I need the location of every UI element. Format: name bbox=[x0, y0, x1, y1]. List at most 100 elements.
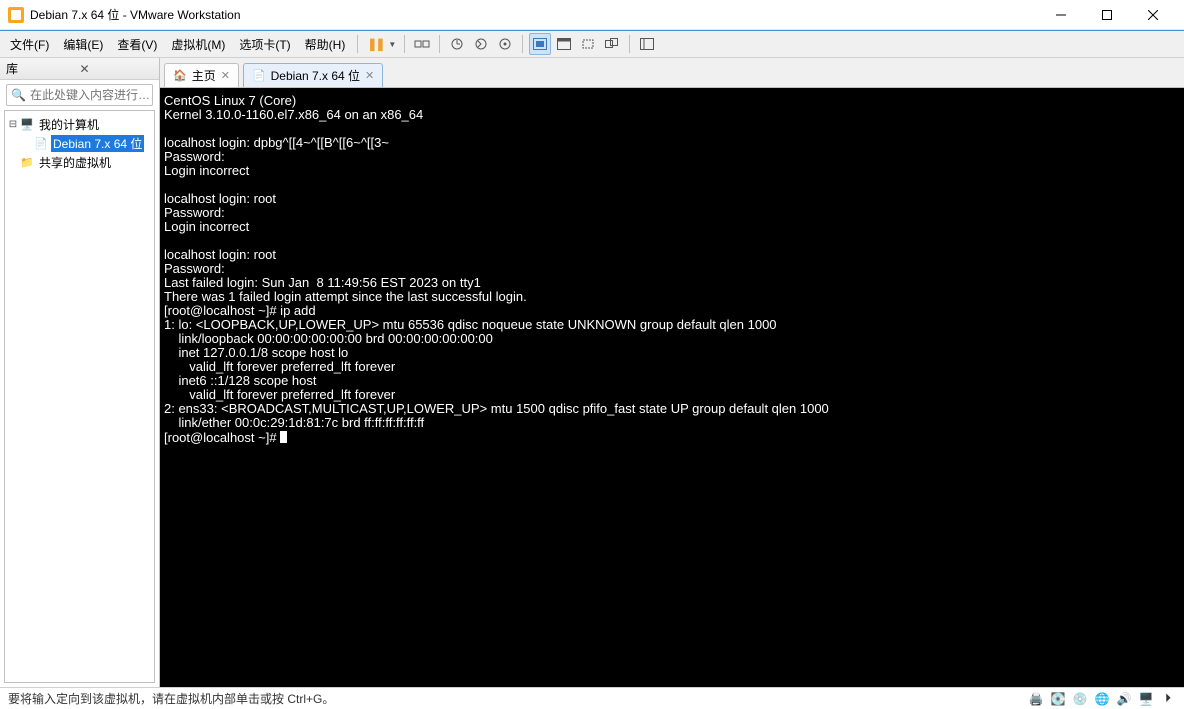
terminal-line: There was 1 failed login attempt since t… bbox=[164, 289, 527, 304]
tree-label: 我的计算机 bbox=[37, 116, 101, 133]
library-button[interactable] bbox=[636, 33, 658, 55]
menu-tabs[interactable]: 选项卡(T) bbox=[233, 33, 296, 56]
chevron-icon[interactable]: ⏵ bbox=[1160, 691, 1176, 707]
minimize-icon bbox=[1056, 10, 1066, 20]
separator bbox=[357, 35, 358, 53]
unity-icon bbox=[605, 38, 619, 50]
terminal-cursor bbox=[280, 431, 287, 443]
vm-tree: ⊟ 🖥️ 我的计算机 📄 Debian 7.x 64 位 📁 共享的虚拟机 bbox=[4, 110, 155, 683]
library-icon bbox=[640, 38, 654, 50]
tree-label: 共享的虚拟机 bbox=[37, 154, 113, 171]
fullscreen-button[interactable] bbox=[577, 33, 599, 55]
usb-icon bbox=[414, 37, 430, 51]
terminal-line: link/loopback 00:00:00:00:00:00 brd 00:0… bbox=[164, 331, 493, 346]
tree-vm-debian[interactable]: 📄 Debian 7.x 64 位 bbox=[7, 134, 152, 153]
snapshot-icon bbox=[450, 37, 464, 51]
separator bbox=[629, 35, 630, 53]
sound-icon[interactable]: 🔊 bbox=[1116, 691, 1132, 707]
terminal-line: 1: lo: <LOOPBACK,UP,LOWER_UP> mtu 65536 … bbox=[164, 317, 777, 332]
menu-view[interactable]: 查看(V) bbox=[111, 33, 163, 56]
terminal-line: Kernel 3.10.0-1160.el7.x86_64 on an x86_… bbox=[164, 107, 423, 122]
power-dropdown[interactable]: ▼ bbox=[386, 40, 398, 49]
content-pane: 🏠 主页 ✕ 📄 Debian 7.x 64 位 ✕ CentOS Linux … bbox=[160, 58, 1184, 687]
revert-button[interactable] bbox=[470, 33, 492, 55]
manage-snapshots-button[interactable] bbox=[494, 33, 516, 55]
sidebar-close-button[interactable]: ✕ bbox=[80, 62, 154, 76]
window-title: Debian 7.x 64 位 - VMware Workstation bbox=[30, 6, 1038, 23]
terminal-line: inet 127.0.0.1/8 scope host lo bbox=[164, 345, 348, 360]
fit-icon bbox=[533, 38, 547, 50]
tab-close-button[interactable]: ✕ bbox=[365, 69, 374, 82]
tree-label: Debian 7.x 64 位 bbox=[51, 135, 144, 152]
statusbar: 要将输入定向到该虚拟机，请在虚拟机内部单击或按 Ctrl+G。 🖨️ 💽 💿 🌐… bbox=[0, 687, 1184, 709]
console-icon bbox=[557, 38, 571, 50]
terminal-line: localhost login: root bbox=[164, 191, 276, 206]
menu-help[interactable]: 帮助(H) bbox=[299, 33, 352, 56]
sidebar-header: 库 ✕ bbox=[0, 58, 159, 80]
display-icon[interactable]: 🖥️ bbox=[1138, 691, 1154, 707]
maximize-icon bbox=[1102, 10, 1112, 20]
tab-close-button[interactable]: ✕ bbox=[221, 69, 230, 82]
home-icon: 🏠 bbox=[173, 69, 187, 82]
vm-console[interactable]: CentOS Linux 7 (Core) Kernel 3.10.0-1160… bbox=[160, 88, 1184, 687]
printer-icon[interactable]: 🖨️ bbox=[1028, 691, 1044, 707]
status-text: 要将输入定向到该虚拟机，请在虚拟机内部单击或按 Ctrl+G。 bbox=[8, 690, 334, 707]
terminal-line: [root@localhost ~]# ip add bbox=[164, 303, 316, 318]
close-button[interactable] bbox=[1130, 0, 1176, 30]
terminal-line: localhost login: dpbg^[[4~^[[B^[[6~^[[3~ bbox=[164, 135, 389, 150]
network-icon[interactable]: 🌐 bbox=[1094, 691, 1110, 707]
sidebar: 库 ✕ 🔍 ▼ ⊟ 🖥️ 我的计算机 📄 Debian 7.x 64 位 📁 共… bbox=[0, 58, 160, 687]
terminal-line: Last failed login: Sun Jan 8 11:49:56 ES… bbox=[164, 275, 481, 290]
revert-icon bbox=[474, 37, 488, 51]
tab-debian[interactable]: 📄 Debian 7.x 64 位 ✕ bbox=[243, 63, 383, 87]
menubar: 文件(F) 编辑(E) 查看(V) 虚拟机(M) 选项卡(T) 帮助(H) ❚❚… bbox=[0, 30, 1184, 58]
status-device-icons: 🖨️ 💽 💿 🌐 🔊 🖥️ ⏵ bbox=[1028, 691, 1176, 707]
separator bbox=[404, 35, 405, 53]
tab-label: 主页 bbox=[192, 67, 216, 84]
snapshot-button[interactable] bbox=[446, 33, 468, 55]
terminal-line: Login incorrect bbox=[164, 219, 249, 234]
app-icon bbox=[8, 7, 24, 23]
terminal-line: link/ether 00:0c:29:1d:81:7c brd ff:ff:f… bbox=[164, 415, 424, 430]
tab-home[interactable]: 🏠 主页 ✕ bbox=[164, 63, 239, 87]
tabbar: 🏠 主页 ✕ 📄 Debian 7.x 64 位 ✕ bbox=[160, 58, 1184, 88]
terminal-line: Login incorrect bbox=[164, 163, 249, 178]
computer-icon: 🖥️ bbox=[19, 118, 35, 132]
disk-icon[interactable]: 💽 bbox=[1050, 691, 1066, 707]
terminal-line: 2: ens33: <BROADCAST,MULTICAST,UP,LOWER_… bbox=[164, 401, 829, 416]
expander-icon[interactable]: ⊟ bbox=[7, 119, 19, 130]
fit-guest-button[interactable] bbox=[529, 33, 551, 55]
unity-button[interactable] bbox=[601, 33, 623, 55]
fullscreen-icon bbox=[581, 38, 595, 50]
separator bbox=[439, 35, 440, 53]
search-icon: 🔍 bbox=[11, 88, 26, 102]
terminal-line: [root@localhost ~]# bbox=[164, 430, 280, 445]
menu-vm[interactable]: 虚拟机(M) bbox=[165, 33, 231, 56]
menu-file[interactable]: 文件(F) bbox=[4, 33, 55, 56]
vm-icon: 📄 bbox=[33, 137, 49, 151]
tree-shared-vms[interactable]: 📁 共享的虚拟机 bbox=[7, 153, 152, 172]
snapshots-icon bbox=[498, 37, 512, 51]
sidebar-title: 库 bbox=[6, 60, 80, 77]
terminal-line: Password: bbox=[164, 205, 225, 220]
expander-icon[interactable] bbox=[7, 157, 19, 168]
maximize-button[interactable] bbox=[1084, 0, 1130, 30]
terminal-line: valid_lft forever preferred_lft forever bbox=[164, 387, 395, 402]
tab-label: Debian 7.x 64 位 bbox=[271, 67, 360, 84]
main-area: 库 ✕ 🔍 ▼ ⊟ 🖥️ 我的计算机 📄 Debian 7.x 64 位 📁 共… bbox=[0, 58, 1184, 687]
menu-edit[interactable]: 编辑(E) bbox=[57, 33, 109, 56]
pause-button[interactable]: ❚❚ bbox=[364, 33, 386, 55]
separator bbox=[522, 35, 523, 53]
cd-icon[interactable]: 💿 bbox=[1072, 691, 1088, 707]
shared-icon: 📁 bbox=[19, 156, 35, 170]
terminal-line: valid_lft forever preferred_lft forever bbox=[164, 359, 395, 374]
terminal-line: CentOS Linux 7 (Core) bbox=[164, 93, 296, 108]
console-view-button[interactable] bbox=[553, 33, 575, 55]
usb-button[interactable] bbox=[411, 33, 433, 55]
terminal-line: localhost login: root bbox=[164, 247, 276, 262]
tree-root-mycomputer[interactable]: ⊟ 🖥️ 我的计算机 bbox=[7, 115, 152, 134]
search-box[interactable]: 🔍 ▼ bbox=[6, 84, 153, 106]
minimize-button[interactable] bbox=[1038, 0, 1084, 30]
terminal-line: Password: bbox=[164, 149, 225, 164]
terminal-line: Password: bbox=[164, 261, 225, 276]
